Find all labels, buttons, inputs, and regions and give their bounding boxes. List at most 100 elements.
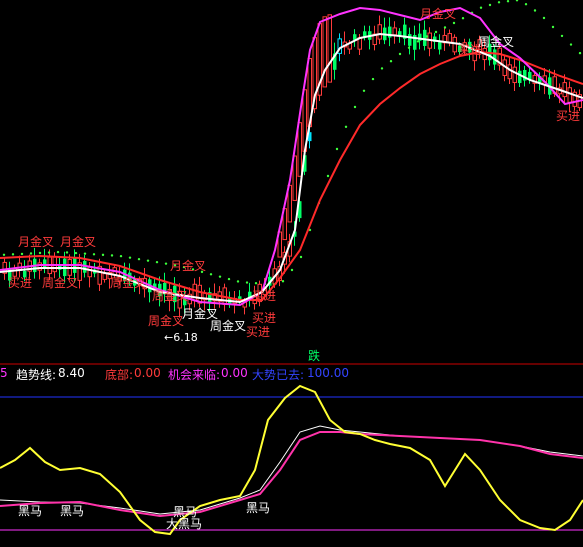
ma-dot xyxy=(245,281,249,284)
ma-dot xyxy=(416,40,420,43)
ma-dot xyxy=(128,256,132,259)
ma-dot xyxy=(38,251,42,255)
ma-dot xyxy=(497,1,501,4)
ma-dot xyxy=(101,253,105,257)
ma-dot xyxy=(56,250,60,254)
ma-dot xyxy=(479,6,483,9)
candle-body xyxy=(567,87,572,103)
candle-body xyxy=(102,273,107,280)
ma-dot xyxy=(578,51,582,55)
ma-dot xyxy=(20,252,24,256)
signal-label: 买进 xyxy=(556,109,580,123)
candle-body xyxy=(322,16,327,88)
signal-label: 买进 xyxy=(252,311,276,325)
candle-body xyxy=(423,29,427,46)
signal-label: 周金叉 xyxy=(478,34,514,49)
candle-body xyxy=(408,34,412,46)
candle-body xyxy=(87,266,92,278)
ma-dot xyxy=(542,16,546,20)
ma-dot xyxy=(443,26,447,29)
low-marker: ←6.18 xyxy=(164,331,198,344)
big-dark-horse-label: 大黑马 xyxy=(166,517,202,531)
signal-label: 买进 xyxy=(252,289,276,303)
ma-dot xyxy=(47,251,51,254)
signal-label: 买进 xyxy=(8,276,32,290)
signal-label: 月金叉 xyxy=(420,6,456,21)
ma-dot xyxy=(146,259,150,262)
candle-body xyxy=(438,42,442,50)
ma-dot xyxy=(227,277,231,281)
signal-label: 周金叉 xyxy=(110,275,146,290)
stock-chart[interactable]: 月金叉 月金叉 买进 周金叉 周金叉 月金叉 周金叉 月金叉 周金叉 周金叉 买… xyxy=(0,0,583,547)
bottom-label: 底部: xyxy=(105,368,134,382)
ma-dot xyxy=(362,89,366,93)
ma-dot xyxy=(11,253,15,256)
candle-body xyxy=(297,122,302,177)
candle-body xyxy=(562,82,567,98)
dark-horse-label: 黑马 xyxy=(246,501,270,515)
signal-label: 周金叉 xyxy=(42,275,78,290)
signal-label: 周金叉 xyxy=(148,313,184,328)
ma-dot xyxy=(371,77,375,81)
trend-line-label: 趋势线: xyxy=(16,368,57,382)
ma-dot xyxy=(65,251,69,254)
ma-dot xyxy=(83,252,87,255)
ma-dot xyxy=(119,254,123,258)
ma-dot xyxy=(209,273,213,276)
candle-body xyxy=(197,284,202,304)
ma-dot xyxy=(398,52,402,56)
ma-dot xyxy=(236,280,240,283)
ma-dot xyxy=(299,255,303,259)
ma-dot xyxy=(335,147,339,151)
ma-dot xyxy=(290,268,294,272)
ma-dot xyxy=(281,280,285,283)
signal-label: 月金叉 xyxy=(18,234,54,249)
candle-body xyxy=(512,66,517,84)
ma-dot xyxy=(560,34,564,38)
ma-dot xyxy=(407,46,411,49)
ma-dot xyxy=(353,105,357,109)
dark-horse-label: 黑马 xyxy=(60,504,84,518)
candle-body xyxy=(43,259,47,269)
candle-body xyxy=(327,14,332,83)
candle-body xyxy=(363,31,367,37)
ma-dot xyxy=(389,60,393,63)
signal-label: 买进 xyxy=(246,325,270,339)
ma-dot xyxy=(254,282,258,285)
dark-horse-label: 黑马 xyxy=(18,504,42,518)
ma-dot xyxy=(92,253,96,256)
bottom-direction-label: 跌 xyxy=(308,348,320,363)
indicator-value-bar: 5 趋势线: 8.40 底部: 0.00 机会来临: 0.00 大势已去: 10… xyxy=(0,366,583,382)
ma-dot xyxy=(29,252,33,255)
ma-dot xyxy=(515,0,519,2)
ma-dot xyxy=(326,174,330,178)
bottom-value: 0.00 xyxy=(134,366,161,380)
ma-dot xyxy=(425,35,429,38)
ma-dot xyxy=(344,125,348,128)
signal-label: 月金叉 xyxy=(60,234,96,249)
signal-label: 周金叉 xyxy=(152,288,188,303)
candle-body xyxy=(493,49,497,65)
ma-dot xyxy=(74,251,78,255)
candle-body xyxy=(377,24,382,40)
indicator-yellow-line xyxy=(0,384,583,536)
indicator-prefix: 5 xyxy=(0,366,8,380)
ma-dot xyxy=(506,0,510,3)
ma-dot xyxy=(434,30,438,34)
ma-dot xyxy=(569,43,573,46)
ma-dot xyxy=(461,17,465,20)
ma-dot xyxy=(524,2,528,6)
ma-dot xyxy=(533,9,537,12)
candle-body xyxy=(507,64,512,80)
candle-body xyxy=(392,27,397,36)
ma-dot xyxy=(164,262,168,265)
indicator-labels: 黑马 黑马 黑马 大黑马 黑马 xyxy=(18,501,270,531)
candle-body xyxy=(452,36,457,53)
ma-dot xyxy=(2,253,6,256)
bull-gone-label: 大势已去: xyxy=(252,368,305,382)
ma-dot xyxy=(452,21,456,25)
chance-value: 0.00 xyxy=(221,366,248,380)
trend-line-value: 8.40 xyxy=(58,366,85,380)
ma-dot xyxy=(488,3,492,7)
signal-label: 周金叉 xyxy=(210,318,246,333)
